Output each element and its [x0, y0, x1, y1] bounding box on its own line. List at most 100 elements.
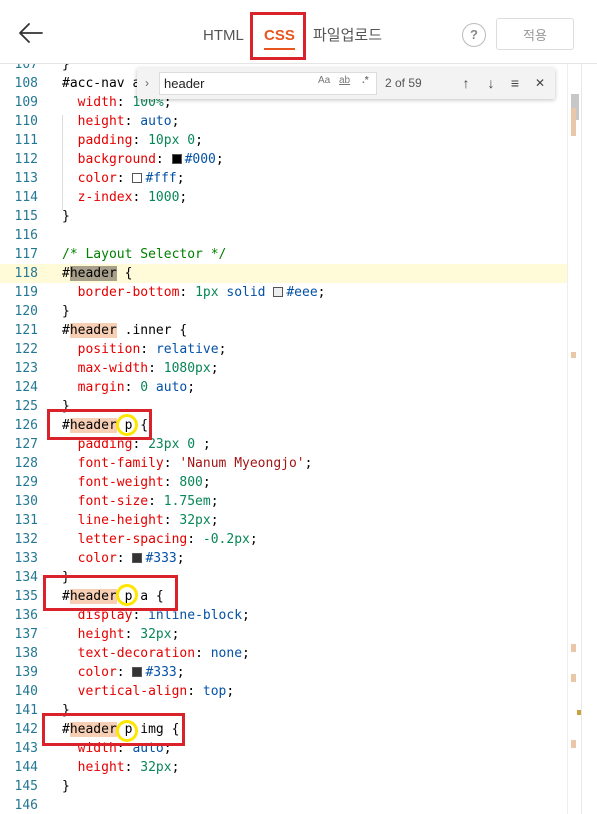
line-number: 113 — [14, 171, 38, 186]
code-line[interactable]: 138 text-decoration: none; — [0, 644, 582, 663]
line-code: #header .inner { — [62, 321, 187, 340]
code-token: : — [148, 361, 164, 376]
code-line[interactable]: 111 padding: 10px 0; — [0, 131, 582, 150]
code-token: background — [62, 152, 156, 167]
code-token: line-height — [62, 513, 164, 528]
code-line[interactable]: 146 — [0, 796, 582, 814]
line-number: 133 — [14, 551, 38, 566]
code-line[interactable]: 133 color: #333; — [0, 549, 582, 568]
code-line[interactable]: 110 height: auto; — [0, 112, 582, 131]
tab-file-upload[interactable]: 파일업로드 — [313, 22, 382, 50]
code-token: : — [124, 760, 141, 775]
code-line[interactable]: 128 font-family: 'Nanum Myeongjo'; — [0, 454, 582, 473]
toggle-replace-button[interactable]: › — [141, 74, 153, 92]
line-code: height: auto; — [62, 112, 180, 131]
previous-match-button[interactable]: ↑ — [457, 73, 475, 93]
code-token: ; — [249, 532, 258, 547]
color-swatch[interactable] — [171, 154, 182, 164]
line-code: padding: 10px 0; — [62, 131, 203, 150]
line-code: } — [62, 777, 70, 796]
code-token: height — [62, 760, 125, 775]
code-line[interactable]: 120} — [0, 302, 582, 321]
code-token: auto — [140, 114, 172, 129]
code-line[interactable]: 116 — [0, 226, 582, 245]
line-code: } — [62, 302, 70, 321]
code-line[interactable]: 122 position: relative; — [0, 340, 582, 359]
line-number: 116 — [14, 228, 38, 243]
line-number: 126 — [14, 418, 38, 433]
color-swatch[interactable] — [132, 667, 143, 677]
line-number: 138 — [14, 646, 38, 661]
vertical-scrollbar[interactable] — [567, 64, 582, 814]
code-line[interactable]: 114 z-index: 1000; — [0, 188, 582, 207]
color-swatch[interactable] — [132, 553, 143, 563]
code-token: none — [210, 646, 243, 661]
code-line[interactable]: 137 height: 32px; — [0, 625, 582, 644]
whole-word-toggle[interactable]: ab — [339, 75, 350, 86]
code-token: : — [116, 551, 133, 566]
code-line[interactable]: 129 font-weight: 800; — [0, 473, 582, 492]
tab-html[interactable]: HTML — [203, 22, 244, 50]
code-token: 1000 — [148, 190, 180, 205]
code-line[interactable]: 118 #header { — [0, 264, 582, 283]
line-number: 143 — [14, 741, 38, 756]
code-line[interactable]: 132 letter-spacing: -0.2px; — [0, 530, 582, 549]
close-find-button[interactable]: ✕ — [531, 73, 549, 93]
find-in-selection-button[interactable]: ≡ — [506, 73, 524, 93]
line-code: line-height: 32px; — [62, 511, 219, 530]
line-code: height: 32px; — [62, 758, 180, 777]
code-token: color — [62, 171, 117, 186]
code-line[interactable]: 113 color: #fff; — [0, 169, 582, 188]
code-token: -0.2px — [202, 532, 250, 547]
annotation-box-line-135 — [43, 575, 178, 611]
line-code: color: #fff; — [62, 169, 185, 188]
match-marker — [571, 674, 576, 682]
code-token: 32px — [179, 513, 211, 528]
line-number: 122 — [14, 342, 38, 357]
code-line[interactable]: 124 margin: 0 auto; — [0, 378, 582, 397]
code-line[interactable]: 131 line-height: 32px; — [0, 511, 582, 530]
code-token: ; — [242, 646, 250, 661]
code-line[interactable]: 112 background: #000; — [0, 150, 582, 169]
help-button[interactable]: ? — [462, 23, 486, 47]
code-line[interactable]: 145} — [0, 777, 582, 796]
code-token: : — [155, 152, 172, 167]
code-line[interactable]: 144 height: 32px; — [0, 758, 582, 777]
code-line[interactable]: 140 vertical-align: top; — [0, 682, 582, 701]
code-token: font-weight — [62, 475, 164, 490]
color-swatch[interactable] — [273, 287, 284, 297]
code-token: : — [179, 285, 196, 300]
code-token: ; — [210, 361, 219, 376]
search-match: header — [69, 266, 117, 281]
next-match-button[interactable]: ↓ — [482, 73, 500, 93]
line-code: } — [62, 207, 70, 226]
code-line[interactable]: 119 border-bottom: 1px solid #eee; — [0, 283, 582, 302]
line-number: 131 — [14, 513, 38, 528]
top-toolbar: HTML CSS 파일업로드 ? 적용 — [0, 0, 597, 64]
code-token: : — [116, 95, 133, 110]
code-line[interactable]: 139 color: #333; — [0, 663, 582, 682]
code-token: z-index — [62, 190, 133, 205]
apply-button[interactable]: 적용 — [496, 18, 574, 50]
code-token: .inner { — [116, 323, 188, 338]
code-token: 10px 0 — [148, 133, 196, 148]
line-number: 128 — [14, 456, 38, 471]
line-number: 121 — [14, 323, 38, 338]
code-token: } — [62, 209, 70, 224]
match-case-toggle[interactable]: Aa — [318, 75, 330, 86]
line-number: 124 — [14, 380, 38, 395]
code-token: 32px — [140, 627, 172, 642]
code-token: : — [140, 342, 156, 357]
color-swatch[interactable] — [132, 173, 143, 183]
code-line[interactable]: 117 /* Layout Selector */ — [0, 245, 582, 264]
regex-toggle[interactable]: .* — [362, 75, 369, 86]
code-line[interactable]: 123 max-width: 1080px; — [0, 359, 582, 378]
code-token: ; — [195, 133, 203, 148]
code-line[interactable]: 121 #header .inner { — [0, 321, 582, 340]
code-line[interactable]: 130 font-size: 1.75em; — [0, 492, 582, 511]
code-token: ; — [171, 760, 180, 775]
match-count: 2 of 59 — [385, 76, 422, 90]
line-code: #header { — [62, 264, 132, 283]
code-token: 800 — [179, 475, 203, 490]
code-line[interactable]: 115} — [0, 207, 582, 226]
